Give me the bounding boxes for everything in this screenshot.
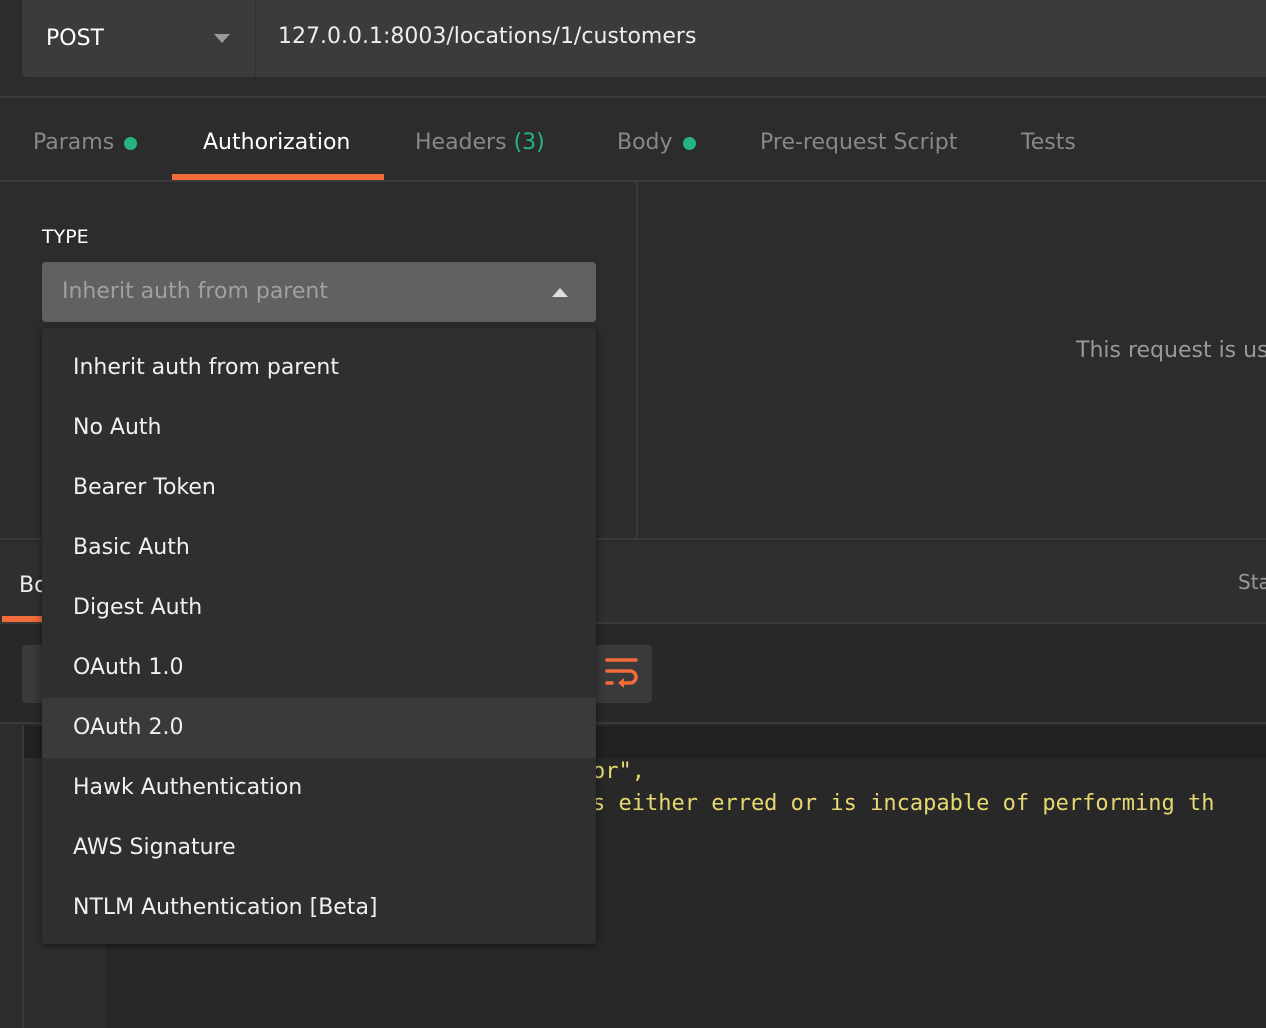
tab-tests[interactable]: Tests (1021, 130, 1076, 155)
option-ntlm[interactable]: NTLM Authentication [Beta] (42, 878, 596, 938)
tab-authorization[interactable]: Authorization (203, 130, 350, 155)
auth-type-select[interactable]: Inherit auth from parent (42, 262, 596, 322)
option-oauth-1[interactable]: OAuth 1.0 (42, 638, 596, 698)
option-digest-auth[interactable]: Digest Auth (42, 578, 596, 638)
option-bearer-token[interactable]: Bearer Token (42, 458, 596, 518)
tab-params[interactable]: Params (33, 130, 138, 155)
tab-pre-request-script[interactable]: Pre-request Script (760, 130, 957, 155)
tab-label: Headers (415, 130, 507, 155)
status-dot-icon (682, 136, 696, 150)
option-basic-auth[interactable]: Basic Auth (42, 518, 596, 578)
wrap-icon (605, 658, 638, 688)
tab-label: Params (33, 130, 115, 155)
method-label: POST (46, 26, 104, 51)
headers-count: (3) (513, 130, 545, 155)
option-aws-signature[interactable]: AWS Signature (42, 818, 596, 878)
auth-message: This request is us (1076, 338, 1266, 363)
tab-label: Pre-request Script (760, 130, 958, 155)
status-label: Sta (1238, 570, 1266, 594)
tab-label: Authorization (203, 130, 351, 155)
divider (636, 182, 638, 540)
option-no-auth[interactable]: No Auth (42, 398, 596, 458)
chevron-up-icon (552, 288, 568, 297)
chevron-down-icon (214, 34, 230, 43)
status-dot-icon (124, 136, 138, 150)
code-line: or", (592, 759, 645, 784)
tab-label: Tests (1021, 130, 1076, 155)
option-hawk[interactable]: Hawk Authentication (42, 758, 596, 818)
code-line: s either erred or is incapable of perfor… (592, 791, 1215, 816)
tab-headers[interactable]: Headers (3) (415, 130, 545, 155)
active-tab-indicator (172, 174, 384, 180)
tab-label: Body (617, 130, 673, 155)
option-inherit-auth[interactable]: Inherit auth from parent (42, 338, 596, 398)
url-input[interactable]: 127.0.0.1:8003/locations/1/customers (256, 0, 1266, 77)
active-tab-indicator (2, 616, 42, 622)
tab-body[interactable]: Body (617, 130, 696, 155)
url-value: 127.0.0.1:8003/locations/1/customers (278, 24, 697, 49)
request-tabs: Params Authorization Headers (3) Body Pr… (0, 100, 1266, 182)
auth-type-value: Inherit auth from parent (62, 279, 328, 304)
type-label: TYPE (42, 226, 89, 248)
option-oauth-2[interactable]: OAuth 2.0 (42, 698, 596, 758)
wrap-lines-button[interactable] (596, 645, 652, 703)
method-select[interactable]: POST (22, 0, 256, 77)
auth-type-dropdown: Inherit auth from parent No Auth Bearer … (42, 328, 596, 944)
